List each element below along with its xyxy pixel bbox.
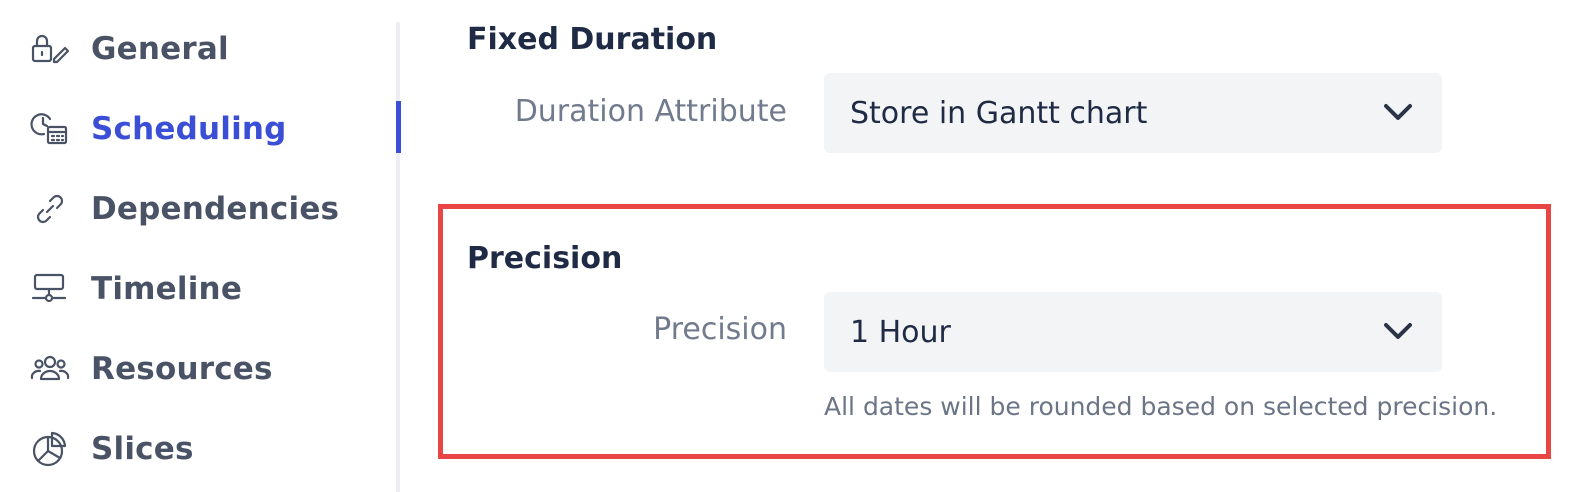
chevron-down-icon — [1382, 319, 1414, 345]
precision-help-text: All dates will be rounded based on selec… — [824, 392, 1498, 421]
users-icon — [30, 348, 72, 390]
sidebar-divider — [396, 22, 400, 492]
precision-title: Precision — [467, 241, 623, 276]
sidebar-item-label: Resources — [91, 351, 273, 387]
sidebar-item-label: Slices — [91, 431, 194, 467]
chevron-down-icon — [1382, 100, 1414, 126]
fixed-duration-title: Fixed Duration — [467, 22, 718, 57]
sidebar-item-label: Dependencies — [91, 191, 340, 227]
duration-attribute-label: Duration Attribute — [514, 94, 787, 129]
precision-label: Precision — [653, 312, 787, 347]
timeline-icon — [30, 268, 72, 310]
sidebar-item-timeline[interactable]: Timeline — [30, 264, 242, 314]
lock-pencil-icon — [30, 28, 72, 70]
link-icon — [30, 188, 72, 230]
settings-page: General Scheduling Dependencies Timeline… — [0, 0, 1586, 492]
duration-attribute-select[interactable]: Store in Gantt chart — [824, 73, 1442, 153]
pie-chart-icon — [30, 428, 72, 470]
sidebar-item-dependencies[interactable]: Dependencies — [30, 184, 339, 234]
active-item-indicator — [396, 101, 401, 153]
duration-attribute-value: Store in Gantt chart — [850, 95, 1148, 131]
clock-calendar-icon — [30, 108, 72, 150]
settings-sidebar: General Scheduling Dependencies Timeline… — [0, 0, 398, 492]
sidebar-item-slices[interactable]: Slices — [30, 424, 194, 474]
precision-value: 1 Hour — [850, 314, 951, 350]
sidebar-item-label: General — [91, 31, 229, 67]
sidebar-item-label: Timeline — [91, 271, 243, 307]
sidebar-item-label: Scheduling — [91, 111, 287, 147]
sidebar-item-scheduling[interactable]: Scheduling — [30, 104, 287, 154]
precision-select[interactable]: 1 Hour — [824, 292, 1442, 372]
sidebar-item-resources[interactable]: Resources — [30, 344, 273, 394]
sidebar-item-general[interactable]: General — [30, 24, 229, 74]
